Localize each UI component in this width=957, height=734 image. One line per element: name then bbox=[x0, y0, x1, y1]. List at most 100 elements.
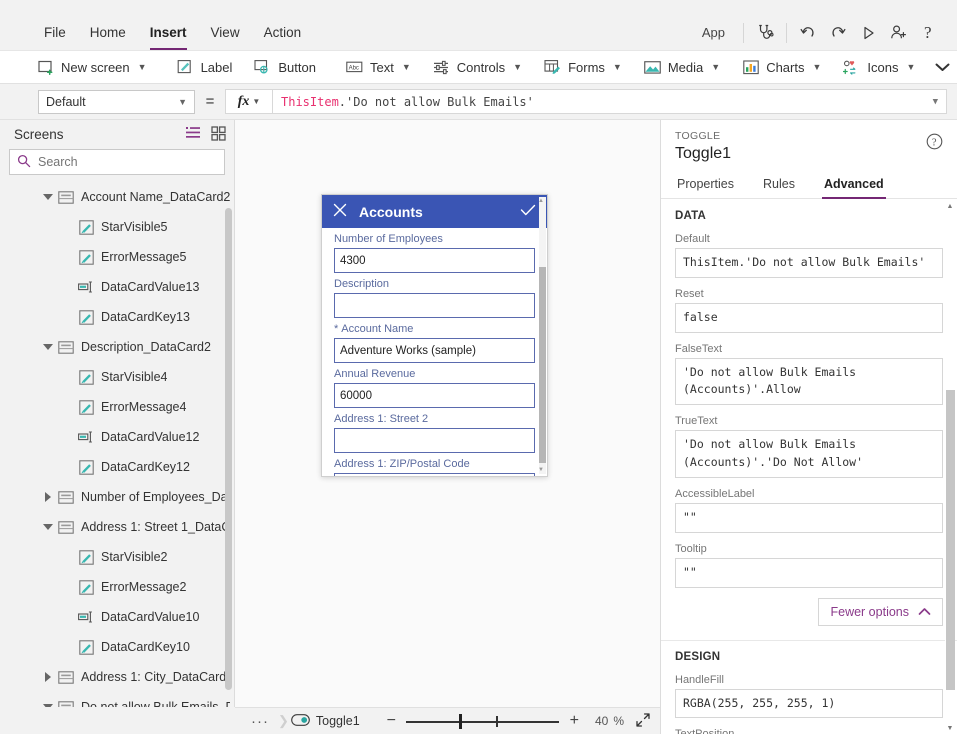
breadcrumb-label: Toggle1 bbox=[315, 714, 360, 728]
ribbon-button-forms[interactable]: Forms ▼ bbox=[533, 54, 633, 81]
property-value-input[interactable]: 'Do not allow Bulk Emails (Accounts)'.Al… bbox=[675, 357, 943, 406]
search-box[interactable] bbox=[9, 149, 225, 175]
menu-item-insert[interactable]: Insert bbox=[138, 18, 199, 50]
ribbon-button-charts[interactable]: Charts ▼ bbox=[731, 54, 832, 81]
tree-item-datacardvalue13[interactable]: DataCardValue13 bbox=[0, 272, 234, 302]
tree-item-datacardvalue12[interactable]: DataCardValue12 bbox=[0, 422, 234, 452]
zoom-out-button[interactable]: − bbox=[379, 712, 403, 730]
sidebar-vertical-scrollbar[interactable] bbox=[225, 208, 232, 690]
panel-scroll-up-arrow[interactable]: ▲ bbox=[945, 200, 955, 212]
ribbon-button-icons[interactable]: Icons ▼ bbox=[832, 54, 926, 81]
chevron-down-icon: ▼ bbox=[812, 62, 822, 72]
fewer-options-button[interactable]: Fewer options bbox=[818, 597, 943, 626]
tree-view-icon[interactable] bbox=[185, 126, 201, 143]
ribbon-button-media[interactable]: Media ▼ bbox=[633, 54, 731, 81]
scroll-up-arrow[interactable]: ▲ bbox=[538, 198, 544, 204]
ribbon-overflow-button[interactable] bbox=[926, 54, 957, 81]
property-value-input[interactable]: 'Do not allow Bulk Emails (Accounts)'.'D… bbox=[675, 430, 943, 478]
formula-input[interactable]: ThisItem .'Do not allow Bulk Emails' ▼ bbox=[273, 89, 947, 114]
breadcrumb-toggle1[interactable]: Toggle1 bbox=[291, 713, 360, 729]
form-scroll-thumb[interactable] bbox=[539, 267, 546, 463]
ribbon-button-label[interactable]: Label bbox=[166, 54, 244, 81]
twisty-expanded-icon[interactable] bbox=[40, 344, 56, 350]
tree-item-label: DataCardValue12 bbox=[101, 430, 200, 444]
tree-item-datacardkey10[interactable]: DataCardKey10 bbox=[0, 632, 234, 662]
undo-icon[interactable] bbox=[793, 19, 823, 47]
share-user-icon[interactable] bbox=[883, 19, 913, 47]
property-value-input[interactable]: "" bbox=[675, 502, 943, 533]
form-field-input[interactable]: 4300 bbox=[334, 248, 535, 273]
tree-item-datacardvalue10[interactable]: DataCardValue10 bbox=[0, 602, 234, 632]
tree-item-errormessage2[interactable]: ErrorMessage2 bbox=[0, 572, 234, 602]
property-label: AccessibleLabel bbox=[675, 487, 755, 500]
twisty-collapsed-icon[interactable] bbox=[40, 672, 56, 682]
tree-item-description-datacard2[interactable]: Description_DataCard2 bbox=[0, 332, 234, 362]
fx-button[interactable]: fx ▼ bbox=[225, 89, 273, 114]
expand-diagonal-icon[interactable] bbox=[635, 712, 651, 731]
property-value-input[interactable]: false bbox=[675, 302, 943, 333]
menu-item-action[interactable]: Action bbox=[252, 18, 314, 47]
close-x-icon[interactable] bbox=[333, 203, 347, 220]
tree-item-number-of-employees-data[interactable]: Number of Employees_Data bbox=[0, 482, 234, 512]
slider-thumb[interactable] bbox=[459, 714, 463, 729]
form-field-input[interactable]: 60000 bbox=[334, 383, 535, 408]
label-pencil-icon bbox=[76, 639, 96, 655]
menu-item-home[interactable]: Home bbox=[78, 18, 138, 47]
menu-item-view[interactable]: View bbox=[199, 18, 252, 47]
twisty-expanded-icon[interactable] bbox=[40, 524, 56, 530]
search-input[interactable] bbox=[38, 155, 217, 169]
formula-bar: Default ▼ = fx ▼ ThisItem .'Do not allow … bbox=[0, 84, 957, 120]
ribbon-button-text[interactable]: Abc Text ▼ bbox=[335, 54, 422, 81]
tree-item-errormessage4[interactable]: ErrorMessage4 bbox=[0, 392, 234, 422]
divider bbox=[743, 22, 744, 43]
property-select[interactable]: Default ▼ bbox=[38, 89, 195, 114]
twisty-expanded-icon[interactable] bbox=[40, 194, 56, 200]
property-value-input[interactable]: RGBA(255, 255, 255, 1) bbox=[675, 688, 943, 719]
tree-item-errormessage5[interactable]: ErrorMessage5 bbox=[0, 242, 234, 272]
form-field-address-1-street-2: Address 1: Street 2 bbox=[322, 408, 547, 453]
tree-item-starvisible2[interactable]: StarVisible2 bbox=[0, 542, 234, 572]
tree-item-starvisible4[interactable]: StarVisible4 bbox=[0, 362, 234, 392]
form-field-value: 4300 bbox=[340, 254, 366, 267]
zoom-in-button[interactable]: + bbox=[562, 712, 586, 730]
breadcrumb-overflow-button[interactable]: ··· bbox=[244, 713, 276, 730]
form-field-input[interactable] bbox=[334, 473, 535, 476]
scroll-down-arrow[interactable]: ▼ bbox=[538, 467, 544, 473]
ribbon-button-new-screen[interactable]: New screen ▼ bbox=[26, 54, 158, 81]
panel-tab-rules[interactable]: Rules bbox=[761, 172, 797, 198]
tree-item-label: Number of Employees_Data bbox=[81, 490, 230, 504]
play-icon[interactable] bbox=[853, 19, 883, 47]
panel-tab-advanced[interactable]: Advanced bbox=[821, 172, 886, 199]
chevron-up-icon bbox=[918, 605, 931, 619]
tree-item-datacardkey13[interactable]: DataCardKey13 bbox=[0, 302, 234, 332]
help-circle-icon[interactable]: ? bbox=[926, 133, 943, 153]
menu-item-file[interactable]: File bbox=[32, 18, 78, 47]
form-field-input[interactable] bbox=[334, 428, 535, 453]
checkmark-icon[interactable] bbox=[520, 203, 536, 220]
panel-scroll-down-arrow[interactable]: ▼ bbox=[945, 722, 955, 734]
ribbon-button-button[interactable]: Button bbox=[243, 54, 327, 81]
ribbon-button-label: New screen bbox=[61, 59, 130, 75]
tree-item-starvisible5[interactable]: StarVisible5 bbox=[0, 212, 234, 242]
zoom-slider[interactable] bbox=[406, 713, 560, 729]
ribbon-button-controls[interactable]: Controls ▼ bbox=[422, 54, 533, 81]
form-field-input[interactable]: Adventure Works (sample) bbox=[334, 338, 535, 363]
panel-tab-properties[interactable]: Properties bbox=[675, 172, 736, 198]
property-value-input[interactable]: ThisItem.'Do not allow Bulk Emails' bbox=[675, 248, 943, 278]
panel-scroll-thumb[interactable] bbox=[946, 390, 955, 690]
property-field-textposition: TextPosition bbox=[675, 728, 943, 734]
tree-item-address-1-city-datacard2[interactable]: Address 1: City_DataCard2 bbox=[0, 662, 234, 692]
redo-icon[interactable] bbox=[823, 19, 853, 47]
property-value-input[interactable]: "" bbox=[675, 557, 943, 588]
tree-item-address-1-street-1-datacar[interactable]: Address 1: Street 1_DataCar bbox=[0, 512, 234, 542]
twisty-collapsed-icon[interactable] bbox=[40, 492, 56, 502]
svg-text:?: ? bbox=[924, 23, 932, 42]
stethoscope-icon[interactable] bbox=[750, 19, 780, 47]
ribbon-button-label: Media bbox=[667, 59, 704, 75]
tree-item-datacardkey12[interactable]: DataCardKey12 bbox=[0, 452, 234, 482]
chevron-down-icon[interactable]: ▼ bbox=[925, 97, 938, 107]
help-icon[interactable]: ? bbox=[913, 19, 943, 47]
form-field-input[interactable] bbox=[334, 293, 535, 318]
tree-item-account-name-datacard2[interactable]: Account Name_DataCard2 bbox=[0, 182, 234, 212]
thumbnail-view-icon[interactable] bbox=[211, 125, 226, 144]
